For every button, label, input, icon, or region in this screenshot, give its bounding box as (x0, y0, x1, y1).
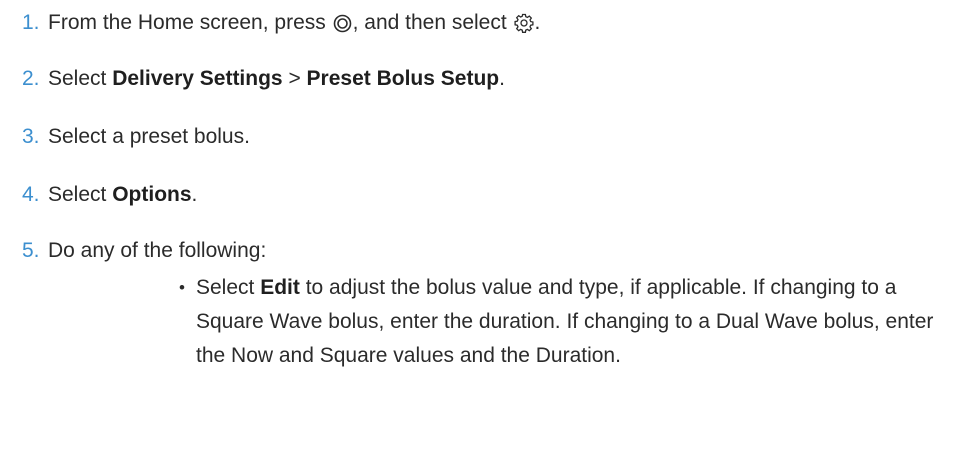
step-text: , and then select (352, 11, 513, 34)
sub-item-edit: • Select Edit to adjust the bolus value a… (179, 271, 941, 373)
step-text: From the Home screen, press (48, 11, 332, 34)
step-3: 3. Select a preset bolus. (22, 122, 250, 152)
step-number: 2. (22, 67, 40, 90)
menu-option-options: Options (112, 183, 192, 206)
menu-path-delivery-settings: Delivery Settings (112, 67, 283, 90)
step-number: 4. (22, 183, 40, 206)
step-2: 2. Select Delivery Settings > Preset Bolu… (22, 64, 505, 94)
step-text: . (534, 11, 541, 34)
step-text: Select (48, 183, 113, 206)
step-number: 1. (22, 11, 40, 34)
step-number: 5. (22, 239, 40, 262)
step-text: Select a preset bolus. (48, 125, 250, 148)
step-text: . (191, 183, 198, 206)
select-button-icon (333, 12, 352, 42)
sub-item-text: to adjust the bolus value and type, if a… (196, 276, 934, 367)
step-4: 4. Select Options. (22, 180, 197, 210)
step-text: . (499, 67, 505, 90)
gear-icon (513, 12, 534, 42)
sub-item-text: Select (196, 276, 261, 299)
menu-path-preset-bolus-setup: Preset Bolus Setup (306, 67, 500, 90)
step-number: 3. (22, 125, 40, 148)
bullet-icon: • (179, 278, 185, 297)
step-text: Select (48, 67, 113, 90)
menu-option-edit: Edit (260, 276, 300, 299)
path-separator: > (282, 67, 307, 90)
step-5: 5. Do any of the following: (22, 236, 266, 266)
step-1: 1. From the Home screen, press , and then… (22, 8, 540, 42)
step-text: Do any of the following: (48, 239, 267, 262)
